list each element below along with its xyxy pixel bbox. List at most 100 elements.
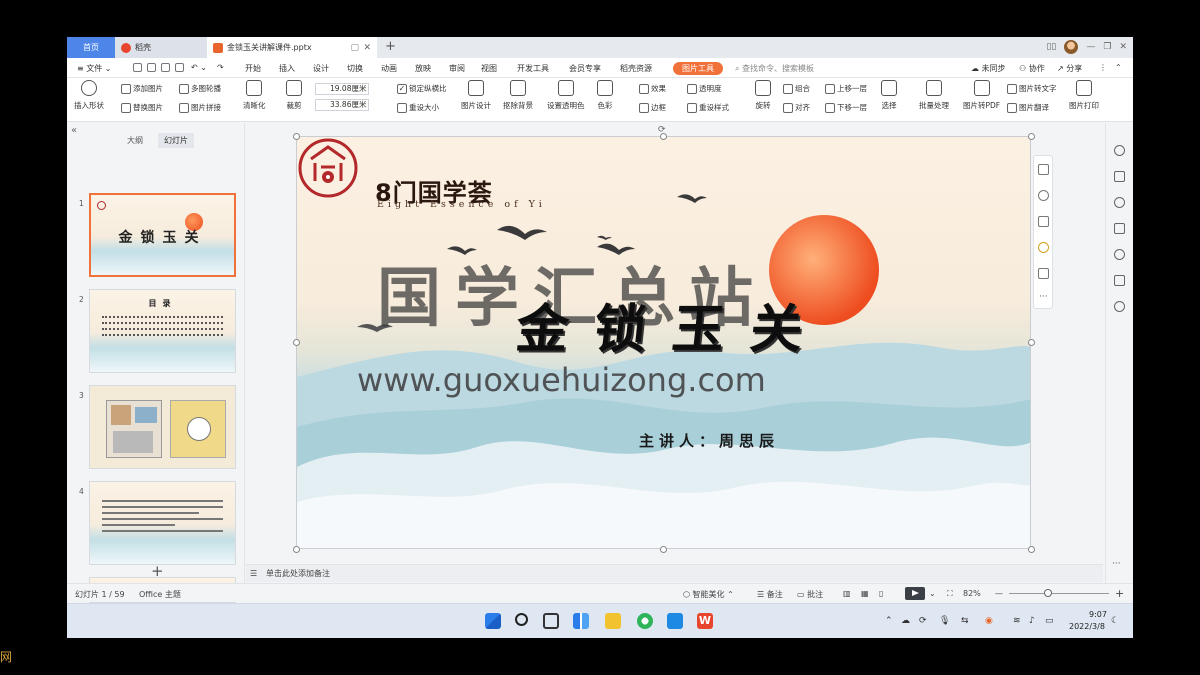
preview-icon[interactable] (175, 63, 184, 72)
image-icon[interactable] (1114, 275, 1125, 286)
open-icon[interactable] (133, 63, 142, 72)
network-share-icon[interactable]: ⇆ (961, 616, 969, 626)
group-button[interactable]: 组合 (783, 83, 810, 94)
current-slide[interactable]: 8门国学荟 Eight Essence of Yi 国学汇总站 金锁玉关 www… (296, 136, 1031, 549)
resize-handle[interactable] (293, 546, 300, 553)
bring-forward-button[interactable]: 上移一层 (825, 83, 867, 94)
send-backward-button[interactable]: 下移一层 (825, 102, 867, 113)
tray-expand-icon[interactable]: ⌃ (885, 616, 893, 626)
menu-view[interactable]: 视图 (481, 63, 497, 74)
remove-bg-button[interactable]: 抠除背景 (503, 80, 533, 111)
menu-docer-resources[interactable]: 稻壳资源 (620, 63, 652, 74)
menu-design[interactable]: 设计 (313, 63, 329, 74)
menu-review[interactable]: 审阅 (449, 63, 465, 74)
border-button[interactable]: 边框 (639, 102, 666, 113)
volume-icon[interactable]: ♪ (1029, 616, 1035, 626)
picture-design-button[interactable]: 图片设计 (461, 80, 491, 111)
lock-ratio-checkbox[interactable]: ✓ 锁定纵横比 (397, 83, 447, 94)
undo-icon[interactable]: ↶ ⌄ (191, 63, 207, 72)
replace-icon[interactable] (1038, 268, 1049, 279)
reset-size-button[interactable]: 重设大小 (397, 102, 439, 113)
width-input[interactable]: 19.08厘米 (315, 83, 369, 95)
close-tab-icon[interactable]: ✕ (363, 43, 371, 53)
redo-icon[interactable]: ↷ (217, 63, 224, 72)
sync-icon[interactable]: ⟳ (919, 616, 927, 626)
cloud-icon[interactable]: ☁ (901, 616, 910, 626)
zoom-level[interactable]: 82% (963, 589, 981, 598)
replace-picture-button[interactable]: 替换图片 (121, 102, 163, 113)
menu-slideshow[interactable]: 放映 (415, 63, 431, 74)
more-icon[interactable]: ··· (1112, 559, 1121, 569)
file-menu[interactable]: ≡ 文件 ⌄ (77, 63, 112, 74)
command-search[interactable]: ⌕ 查找命令、搜索模板 (735, 63, 814, 74)
align-button[interactable]: 对齐 (783, 102, 810, 113)
tab-docer[interactable]: 稻壳 (115, 37, 207, 58)
print-icon[interactable] (161, 63, 170, 72)
file-explorer-icon[interactable] (605, 613, 621, 629)
rotate-button[interactable]: 旋转 (755, 80, 771, 111)
clock-time[interactable]: 9:07 (1089, 610, 1107, 619)
play-options-icon[interactable]: ⌄ (929, 589, 936, 598)
sync-button[interactable]: ☁ 未同步 (971, 63, 1006, 74)
avatar[interactable] (1064, 40, 1079, 54)
pic-to-text-button[interactable]: 图片转文字 (1007, 83, 1057, 94)
widgets-icon[interactable] (573, 613, 589, 629)
presenter-text[interactable]: 主讲人：周思辰 (639, 430, 779, 451)
tab-picture-tools[interactable]: 图片工具 (673, 62, 723, 75)
theme-name[interactable]: Office 主题 (139, 589, 181, 600)
minimize-icon[interactable]: — (1086, 42, 1095, 52)
windows-start-icon[interactable] (485, 613, 501, 629)
resize-handle[interactable] (1028, 546, 1035, 553)
share-button[interactable]: ↗ 分享 (1057, 63, 1082, 74)
normal-view-icon[interactable]: ▥ (843, 589, 851, 598)
fit-window-icon[interactable]: ⛶ (947, 589, 953, 599)
cast-icon[interactable]: ▢ (350, 43, 359, 53)
sliders-icon[interactable] (1114, 171, 1125, 182)
wechat-icon[interactable] (637, 613, 653, 629)
batch-process-button[interactable]: 批量处理 (919, 80, 949, 111)
more-icon[interactable]: ··· (1039, 292, 1048, 302)
zoom-out-icon[interactable]: — (995, 589, 1003, 598)
menu-transition[interactable]: 切换 (347, 63, 363, 74)
add-picture-button[interactable]: 添加图片 (121, 83, 163, 94)
slide-thumb-2[interactable]: 目录 (89, 289, 236, 373)
layout-icon[interactable]: ▯▯ (1046, 42, 1056, 52)
maximize-icon[interactable]: ❐ (1103, 42, 1111, 52)
photos-icon[interactable] (667, 613, 683, 629)
menu-insert[interactable]: 插入 (279, 63, 295, 74)
bulb-icon[interactable] (1038, 242, 1049, 253)
clock-date[interactable]: 2022/3/8 (1069, 622, 1105, 631)
pic-print-button[interactable]: 图片打印 (1069, 80, 1099, 111)
wps-icon[interactable]: W (697, 613, 713, 629)
menu-animation[interactable]: 动画 (381, 63, 397, 74)
zoom-slider[interactable] (1009, 593, 1109, 594)
pin-icon[interactable] (1114, 197, 1125, 208)
menu-member[interactable]: 会员专享 (569, 63, 601, 74)
resize-handle[interactable] (293, 133, 300, 140)
transparency-button[interactable]: 透明度 (687, 83, 722, 94)
slide-thumb-1[interactable]: 金锁玉关 (89, 193, 236, 277)
notes-toggle[interactable]: ☰ 备注 (757, 589, 783, 600)
rotate-handle-icon[interactable]: ⟳ (658, 125, 666, 135)
tab-outline[interactable]: 大纲 (127, 135, 143, 146)
color-button[interactable]: 色彩 (597, 80, 613, 111)
menu-developer[interactable]: 开发工具 (517, 63, 549, 74)
resize-handle[interactable] (293, 339, 300, 346)
smart-beautify-button[interactable]: ⬡ 智能美化 ⌃ (683, 589, 734, 600)
tab-document[interactable]: 金锁玉关讲解课件.pptx ▢ ✕ (207, 37, 377, 58)
reading-view-icon[interactable]: ▯ (879, 589, 883, 598)
collab-button[interactable]: ⚇ 协作 (1019, 63, 1045, 74)
location-icon[interactable] (1114, 301, 1125, 312)
pic-to-pdf-button[interactable]: 图片转PDF (963, 80, 1000, 111)
crop-button[interactable]: 裁剪 (286, 80, 302, 111)
notification-icon[interactable]: ☾ (1111, 616, 1119, 626)
play-slideshow-button[interactable] (905, 587, 925, 600)
tab-home[interactable]: 首页 (67, 37, 115, 58)
set-transparent-button[interactable]: 设置透明色 (547, 80, 585, 111)
sharpen-button[interactable]: 清晰化 (243, 80, 266, 111)
reset-style-button[interactable]: 重设样式 (687, 102, 729, 113)
battery-icon[interactable]: ▭ (1045, 616, 1054, 626)
wifi-icon[interactable]: ≋ (1013, 616, 1021, 626)
resize-handle[interactable] (660, 546, 667, 553)
more-icon[interactable]: ⋮ (1099, 63, 1107, 72)
